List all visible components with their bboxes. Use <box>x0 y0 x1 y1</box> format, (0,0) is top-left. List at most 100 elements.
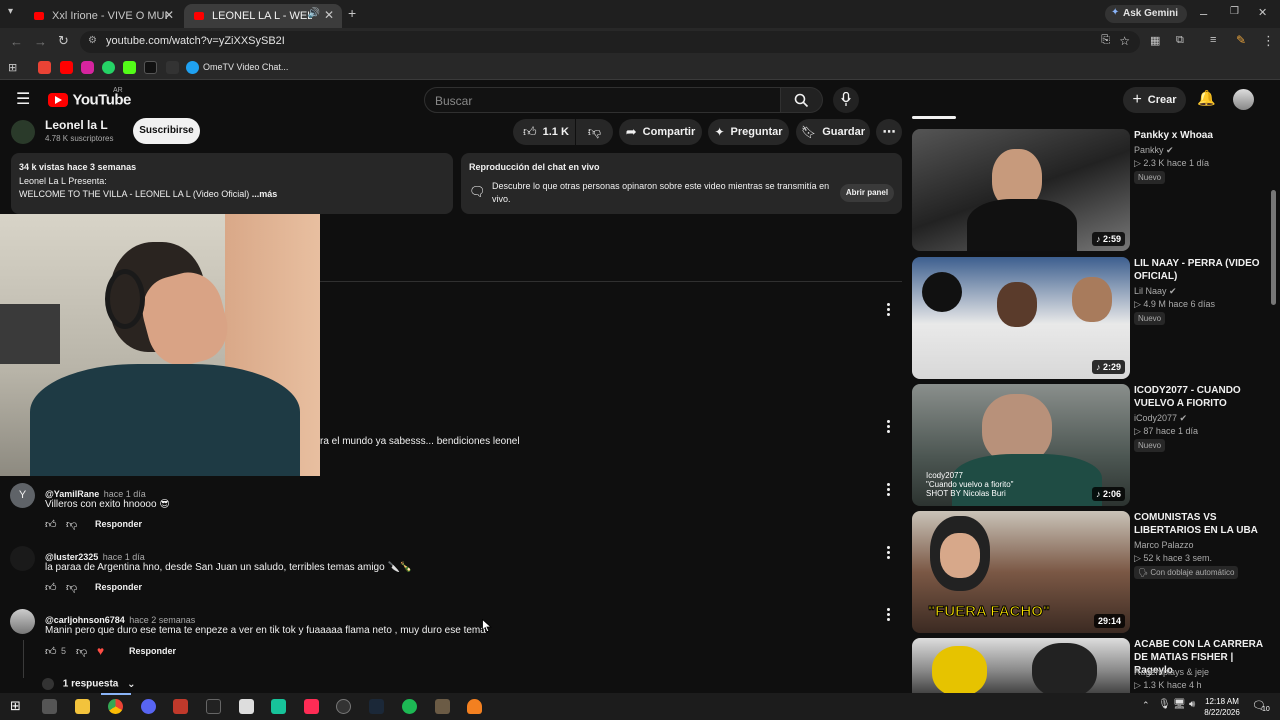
related-title[interactable]: Pankky x Whoaa <box>1134 129 1264 142</box>
ask-gemini-button[interactable]: ✦ Ask Gemini <box>1105 5 1187 23</box>
channel-avatar[interactable] <box>11 120 35 144</box>
related-title[interactable]: COMUNISTAS VS LIBERTARIOS EN LA UBA <box>1134 511 1264 537</box>
description-box[interactable]: 34 k vistas hace 3 semanas Leonel La L P… <box>11 153 453 214</box>
like-button[interactable]: 👍︎ 1.1 K <box>513 119 575 145</box>
video-thumbnail[interactable]: Icody2077 "Cuando vuelvo a fiorito" SHOT B… <box>912 384 1130 506</box>
channel-name[interactable]: Leonel la L <box>45 118 108 132</box>
reload-icon[interactable]: ↻ <box>58 33 69 49</box>
voicemod-icon[interactable] <box>173 699 188 714</box>
restore-icon[interactable]: ❐ <box>1230 6 1239 17</box>
comment-author[interactable]: @YamilRane <box>45 489 99 499</box>
commenter-avatar[interactable]: Y <box>10 483 35 508</box>
comment-dislike-icon[interactable]: 👎︎ <box>76 645 87 658</box>
subscribe-button[interactable]: Suscribirse <box>133 118 200 144</box>
app-icon[interactable] <box>271 699 286 714</box>
whatsapp-icon[interactable] <box>102 61 115 74</box>
tray-overflow-icon[interactable]: ⌃ <box>1142 700 1150 711</box>
comment-like-icon[interactable]: 👍︎ <box>45 581 57 594</box>
comment-author[interactable]: @luster2325 <box>45 552 98 562</box>
tiktok-icon[interactable] <box>144 61 157 74</box>
more-actions-button[interactable]: ⋯ <box>876 119 902 145</box>
ometv-icon[interactable] <box>186 61 199 74</box>
comment-menu-icon[interactable] <box>887 303 891 317</box>
spotify-icon[interactable] <box>402 699 417 714</box>
share-button[interactable]: ➦ Compartir <box>619 119 702 145</box>
comment-menu-icon[interactable] <box>887 608 891 622</box>
comment-dislike-icon[interactable]: 👎︎ <box>66 518 77 531</box>
forward-icon[interactable]: → <box>34 34 47 49</box>
microphone-tray-icon[interactable]: 🎙︎ <box>1158 699 1171 710</box>
comment-menu-icon[interactable] <box>887 546 891 560</box>
instagram-icon[interactable] <box>81 61 94 74</box>
replies-toggle[interactable]: 1 respuesta ⌄ <box>42 678 136 690</box>
comment-like-icon[interactable]: 👍︎ <box>45 518 57 531</box>
file-explorer-icon[interactable] <box>75 699 90 714</box>
comment-dislike-icon[interactable]: 👎︎ <box>66 581 77 594</box>
generic-site-icon[interactable] <box>166 61 179 74</box>
youtube-icon[interactable] <box>60 61 73 74</box>
video-thumbnail[interactable]: ♪ 2:29 <box>912 257 1130 379</box>
account-avatar[interactable] <box>1233 89 1254 110</box>
capcut-icon[interactable] <box>239 699 254 714</box>
related-title[interactable]: ICODY2077 - CUANDO VUELVO A FIORITO <box>1134 384 1264 410</box>
comment-time[interactable]: hace 1 día <box>104 489 146 499</box>
gmail-icon[interactable] <box>38 61 51 74</box>
youtube-logo[interactable]: YouTube AR <box>48 87 131 109</box>
game-icon[interactable] <box>336 699 351 714</box>
related-channel[interactable]: Marco Palazzo <box>1134 540 1194 550</box>
related-channel[interactable]: iCody2077 <box>1134 413 1177 423</box>
related-title[interactable]: LIL NAAY - PERRA (VIDEO OFICIAL) <box>1134 257 1264 283</box>
epic-games-icon[interactable] <box>206 699 221 714</box>
comment-time[interactable]: hace 2 semanas <box>129 615 195 625</box>
windows-start-icon[interactable]: ⊞ <box>10 698 21 714</box>
voice-search-button[interactable] <box>833 87 859 113</box>
comment-menu-icon[interactable] <box>887 420 891 434</box>
close-window-icon[interactable]: ✕ <box>1258 6 1267 19</box>
video-thumbnail[interactable] <box>912 638 1130 693</box>
related-channel[interactable]: Pankky <box>1134 145 1164 155</box>
steam-icon[interactable] <box>369 699 384 714</box>
video-thumbnail[interactable]: ♪ 2:59 <box>912 129 1130 251</box>
dislike-button[interactable]: 👎︎ <box>576 119 613 145</box>
save-button[interactable]: 🔖︎ Guardar <box>796 119 870 145</box>
reply-button[interactable]: Responder <box>95 519 142 529</box>
tab-2-active[interactable]: LEONEL LA L - WELCOME TO 🔊 ✕ <box>184 4 342 28</box>
volume-icon[interactable]: 🔊︎ <box>1189 699 1195 710</box>
back-icon[interactable]: ← <box>10 34 23 49</box>
search-button[interactable] <box>781 87 823 113</box>
show-more-link[interactable]: ...más <box>252 189 278 199</box>
comment-like-icon[interactable]: 👍︎ <box>45 645 57 658</box>
hamburger-menu-icon[interactable]: ☰ <box>16 89 30 109</box>
tab-search-icon[interactable]: ▾ <box>8 6 13 17</box>
discord-icon[interactable] <box>141 699 156 714</box>
game-app-icon[interactable] <box>435 699 450 714</box>
extension-icon[interactable]: ▦ <box>1150 34 1160 47</box>
ometv-bookmark[interactable]: OmeTV Video Chat... <box>203 62 288 72</box>
minimize-icon[interactable]: – <box>1200 6 1207 21</box>
page-scrollbar[interactable] <box>1271 190 1276 305</box>
comment-author[interactable]: @carljohnson6784 <box>45 615 125 625</box>
install-app-icon[interactable]: ⎘ <box>1101 34 1110 47</box>
puzzle-icon[interactable]: ⧉ <box>1176 34 1184 47</box>
commenter-avatar[interactable] <box>10 609 35 634</box>
comment-menu-icon[interactable] <box>887 483 891 497</box>
reading-list-icon[interactable]: ≡ <box>1210 34 1216 46</box>
notifications-bell-icon[interactable]: 🔔 <box>1197 89 1216 107</box>
apps-grid-icon[interactable]: ⊞ <box>8 61 17 74</box>
audio-playing-icon[interactable]: 🔊 <box>308 8 320 19</box>
commenter-avatar[interactable] <box>10 546 35 571</box>
reply-button[interactable]: Responder <box>129 646 176 656</box>
kick-icon[interactable] <box>123 61 136 74</box>
reply-button[interactable]: Responder <box>95 582 142 592</box>
address-bar[interactable]: ⚙ youtube.com/watch?v=yZiXXSySB2I ⎘ ☆ <box>80 31 1140 53</box>
new-tab-icon[interactable]: + <box>348 5 356 21</box>
bookmark-star-icon[interactable]: ☆ <box>1119 34 1130 48</box>
chrome-menu-icon[interactable]: ⋮ <box>1262 33 1275 49</box>
create-button[interactable]: + Crear <box>1123 87 1186 113</box>
chrome-icon[interactable] <box>108 699 123 714</box>
comment-time[interactable]: hace 1 día <box>103 552 145 562</box>
site-info-icon[interactable]: ⚙ <box>88 35 97 46</box>
open-panel-button[interactable]: Abrir panel <box>840 184 894 202</box>
related-channel[interactable]: Lil Naay <box>1134 286 1167 296</box>
clock[interactable]: 12:18 AM 8/22/2026 <box>1200 696 1244 718</box>
